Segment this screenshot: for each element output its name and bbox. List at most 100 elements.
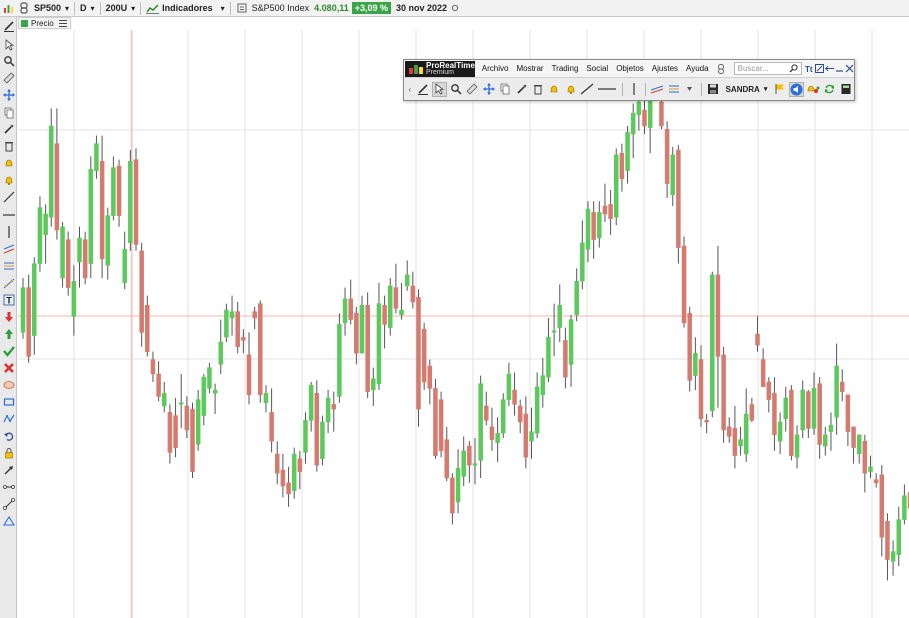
- bell-icon[interactable]: [2, 173, 15, 186]
- cursor-icon[interactable]: [432, 81, 447, 97]
- ruler-icon[interactable]: [2, 71, 15, 84]
- move-arrows-icon[interactable]: [481, 82, 495, 97]
- units-selector[interactable]: 200U ▾: [104, 1, 138, 15]
- candle-body-bearish: [517, 405, 523, 423]
- link-icon[interactable]: [717, 63, 726, 74]
- indicators-dropdown[interactable]: ▾: [215, 1, 227, 15]
- menu-objetos[interactable]: Objetos: [612, 64, 648, 73]
- chevron-left-icon[interactable]: ‹: [406, 82, 414, 97]
- bell-icon[interactable]: [564, 82, 578, 97]
- check-icon[interactable]: [2, 344, 15, 357]
- toolbar-divider: [229, 1, 231, 15]
- refresh-icon[interactable]: [822, 82, 836, 97]
- candle-body-bullish: [783, 397, 788, 420]
- user-selector[interactable]: SANDRA ▾: [726, 85, 768, 94]
- candle: [388, 278, 393, 336]
- period-selector[interactable]: D ▾: [78, 1, 97, 15]
- cursor-icon[interactable]: [2, 38, 15, 51]
- arrow-up-icon[interactable]: [2, 327, 15, 340]
- indicators-button[interactable]: Indicadores: [144, 1, 215, 15]
- candle-body-bullish: [501, 399, 506, 434]
- vertical-line-icon[interactable]: [627, 82, 641, 97]
- price-chart[interactable]: [18, 30, 909, 618]
- lock-icon[interactable]: [2, 446, 15, 459]
- magic-wand-icon[interactable]: [2, 122, 15, 135]
- pattern-icon[interactable]: [2, 412, 15, 425]
- detach-icon[interactable]: [814, 64, 824, 74]
- diagonal-arrow-icon[interactable]: [2, 463, 15, 476]
- triangle-icon[interactable]: [2, 514, 15, 527]
- move-arrows-icon[interactable]: [2, 88, 15, 101]
- candle-body-bearish: [421, 328, 427, 383]
- candle-body-bearish: [467, 445, 472, 466]
- text-icon[interactable]: T: [2, 293, 15, 306]
- font-size-icon[interactable]: Tt: [805, 64, 814, 74]
- menu-mostrar[interactable]: Mostrar: [512, 64, 547, 73]
- trash-icon[interactable]: [531, 82, 545, 97]
- pencil-icon[interactable]: [416, 82, 430, 97]
- undo-icon[interactable]: [2, 429, 15, 442]
- more-tools-icon[interactable]: [683, 82, 697, 97]
- alert-bell-icon[interactable]: [2, 156, 15, 169]
- instrument-info-icon[interactable]: [236, 2, 248, 14]
- menu-trading[interactable]: Trading: [548, 64, 583, 73]
- zoom-icon[interactable]: [2, 54, 15, 67]
- cross-icon[interactable]: [2, 361, 15, 374]
- brand-edition: Premium: [426, 68, 455, 76]
- candle: [455, 449, 461, 514]
- horizontal-line-icon[interactable]: [596, 82, 617, 97]
- chart-bars-icon[interactable]: [2, 2, 14, 14]
- flag-icon[interactable]: [772, 82, 786, 97]
- fibonacci-icon[interactable]: [666, 82, 680, 97]
- menu-icon[interactable]: [58, 19, 67, 27]
- trash-icon[interactable]: [2, 139, 15, 152]
- trendline-icon[interactable]: [2, 190, 15, 203]
- pitchfork-icon[interactable]: [2, 276, 15, 289]
- trendline-icon[interactable]: [580, 82, 594, 97]
- candle: [794, 425, 800, 469]
- pencil-icon[interactable]: [2, 19, 15, 32]
- menu-social[interactable]: Social: [582, 64, 612, 73]
- fibonacci-icon[interactable]: [2, 259, 15, 272]
- close-icon[interactable]: [845, 64, 854, 74]
- candle-body-bullish: [404, 274, 410, 287]
- horizontal-line-icon[interactable]: [2, 208, 15, 221]
- calculator-icon[interactable]: [839, 82, 853, 97]
- trading-app: SP500 ▾ D ▾ 200U ▾ Indicadores ▾ S&P500 Ind…: [0, 0, 909, 618]
- menu-archivo[interactable]: Archivo: [478, 64, 513, 73]
- price-series-tag[interactable]: Precio: [18, 17, 71, 29]
- minimize-icon[interactable]: [835, 64, 844, 74]
- menu-ajustes[interactable]: Ajustes: [648, 64, 682, 73]
- segment-icon[interactable]: [2, 480, 15, 493]
- pin-icon[interactable]: [824, 64, 834, 74]
- channel-icon[interactable]: [2, 242, 15, 255]
- vertical-line-icon[interactable]: [2, 225, 15, 238]
- save-icon[interactable]: [706, 82, 720, 97]
- zoom-icon[interactable]: [449, 82, 463, 97]
- link-icon[interactable]: [18, 2, 30, 14]
- candle-body-bearish: [241, 336, 246, 341]
- alert-bell-icon[interactable]: [547, 82, 561, 97]
- platform-menu-bar: ProRealTime Premium Archivo Mostrar Trad…: [404, 60, 854, 78]
- rectangle-icon[interactable]: [2, 395, 15, 408]
- search-input[interactable]: Buscar...: [733, 62, 802, 75]
- arrow-down-icon[interactable]: [2, 310, 15, 323]
- series-label: Precio: [31, 18, 54, 28]
- ray-icon[interactable]: [2, 497, 15, 510]
- copy-icon[interactable]: [498, 82, 512, 97]
- channel-icon[interactable]: [650, 82, 664, 97]
- alerts-list-icon[interactable]: [806, 82, 820, 97]
- menu-ayuda[interactable]: Ayuda: [682, 64, 713, 73]
- magic-wand-icon[interactable]: [514, 82, 528, 97]
- ruler-icon[interactable]: [465, 82, 479, 97]
- candle: [133, 148, 139, 251]
- candle-body-bullish: [303, 420, 308, 453]
- sound-icon[interactable]: [788, 81, 804, 97]
- symbol-selector[interactable]: SP500 ▾: [32, 1, 71, 15]
- copy-icon[interactable]: [2, 106, 15, 119]
- toolbar-divider: [621, 82, 623, 96]
- candle: [308, 382, 314, 432]
- candle: [444, 426, 449, 482]
- ellipse-icon[interactable]: [2, 378, 15, 391]
- candle: [94, 135, 99, 179]
